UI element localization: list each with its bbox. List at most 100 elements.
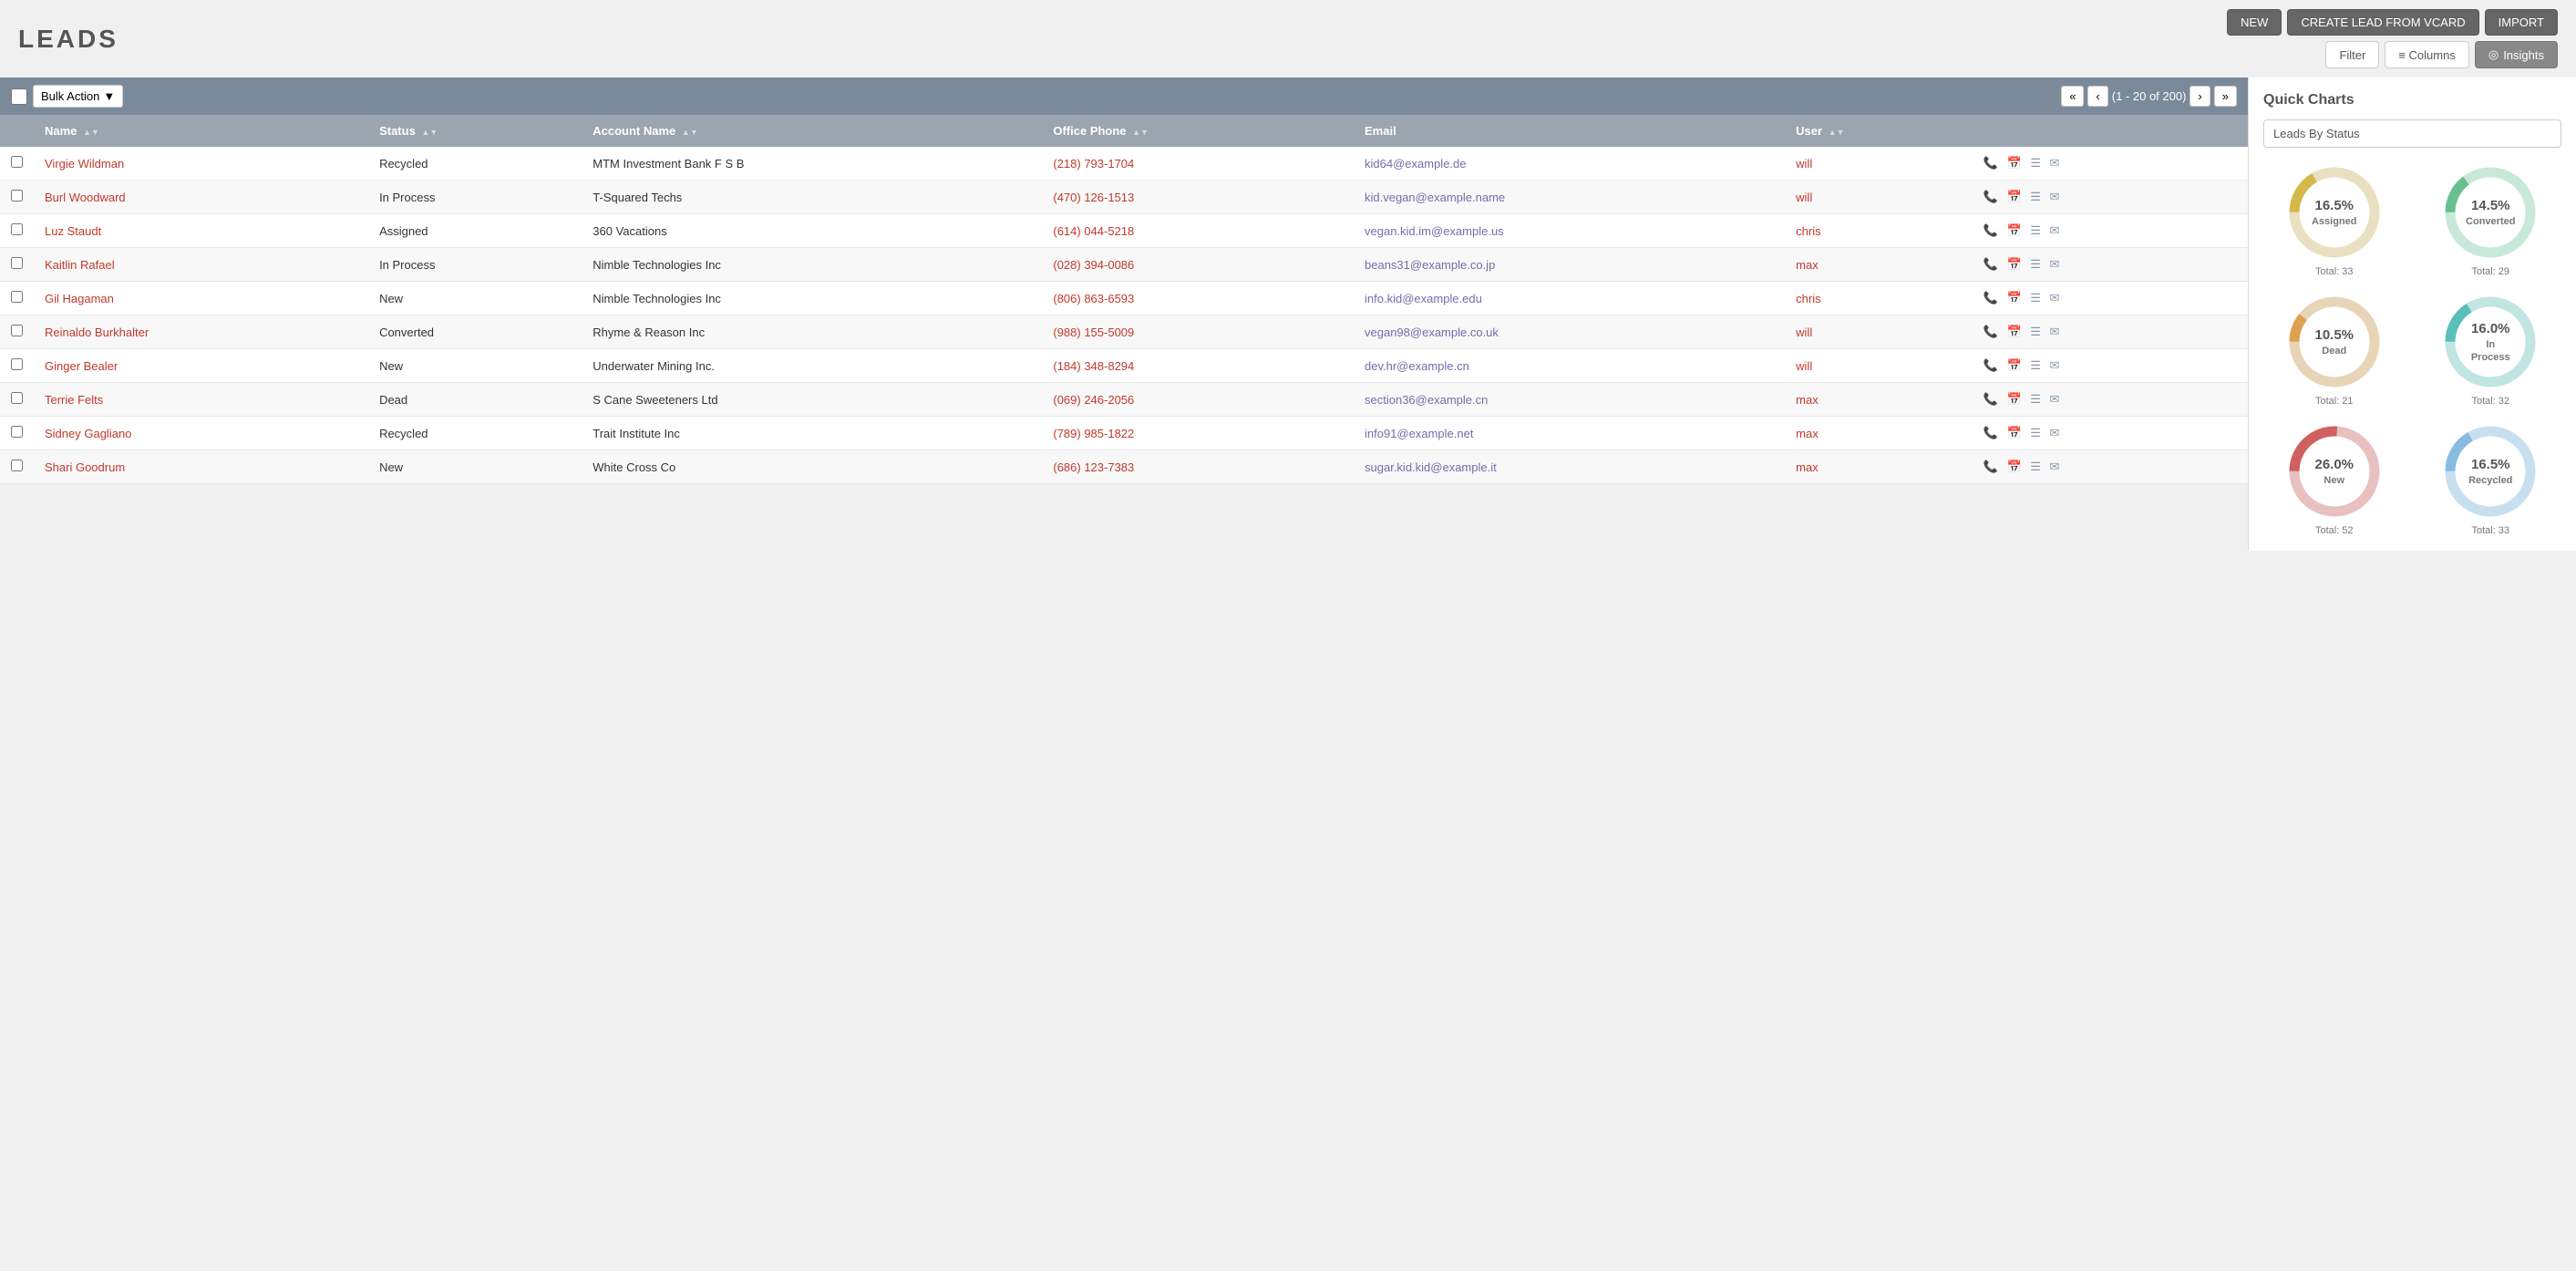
calendar-action-icon-3[interactable]: 📅 — [2006, 257, 2021, 271]
phone-action-icon-9[interactable]: 📞 — [1984, 460, 1998, 473]
first-page-button[interactable]: « — [2061, 86, 2084, 107]
lead-user-3[interactable]: max — [1796, 258, 1819, 272]
list-action-icon-0[interactable]: ☰ — [2030, 156, 2041, 170]
lead-email-9[interactable]: sugar.kid.kid@example.it — [1365, 460, 1497, 474]
phone-action-icon-2[interactable]: 📞 — [1984, 223, 1998, 237]
create-lead-button[interactable]: CREATE LEAD FROM VCARD — [2287, 9, 2478, 36]
lead-phone-5[interactable]: (988) 155-5009 — [1053, 326, 1134, 339]
lead-phone-7[interactable]: (069) 246-2056 — [1053, 393, 1134, 407]
lead-name-3[interactable]: Kaitlin Rafael — [45, 258, 115, 272]
email-action-icon-9[interactable]: ✉ — [2050, 460, 2060, 473]
lead-user-8[interactable]: max — [1796, 427, 1819, 440]
insights-button[interactable]: ◎ Insights — [2475, 41, 2558, 68]
row-check-6[interactable] — [11, 358, 23, 370]
row-check-0[interactable] — [11, 156, 23, 168]
email-action-icon-0[interactable]: ✉ — [2050, 156, 2060, 170]
lead-email-8[interactable]: info91@example.net — [1365, 427, 1473, 440]
email-action-icon-1[interactable]: ✉ — [2050, 190, 2060, 203]
lead-phone-8[interactable]: (789) 985-1822 — [1053, 427, 1134, 440]
lead-phone-4[interactable]: (806) 863-6593 — [1053, 292, 1134, 305]
lead-user-9[interactable]: max — [1796, 460, 1819, 474]
lead-user-7[interactable]: max — [1796, 393, 1819, 407]
list-action-icon-6[interactable]: ☰ — [2030, 358, 2041, 372]
lead-name-5[interactable]: Reinaldo Burkhalter — [45, 326, 149, 339]
row-check-4[interactable] — [11, 291, 23, 303]
lead-phone-2[interactable]: (614) 044-5218 — [1053, 224, 1134, 238]
list-action-icon-4[interactable]: ☰ — [2030, 291, 2041, 305]
calendar-action-icon-8[interactable]: 📅 — [2006, 426, 2021, 439]
row-check-3[interactable] — [11, 257, 23, 269]
list-action-icon-9[interactable]: ☰ — [2030, 460, 2041, 473]
lead-name-6[interactable]: Ginger Bealer — [45, 359, 118, 373]
phone-action-icon-5[interactable]: 📞 — [1984, 325, 1998, 338]
lead-phone-0[interactable]: (218) 793-1704 — [1053, 157, 1134, 170]
lead-user-2[interactable]: chris — [1796, 224, 1820, 238]
lead-name-2[interactable]: Luz Staudt — [45, 224, 101, 238]
col-header-account[interactable]: Account Name ▲▼ — [582, 115, 1042, 147]
row-check-5[interactable] — [11, 325, 23, 336]
prev-page-button[interactable]: ‹ — [2087, 86, 2107, 107]
col-header-phone[interactable]: Office Phone ▲▼ — [1042, 115, 1354, 147]
list-action-icon-2[interactable]: ☰ — [2030, 223, 2041, 237]
email-action-icon-4[interactable]: ✉ — [2050, 291, 2060, 305]
row-check-7[interactable] — [11, 392, 23, 404]
lead-email-7[interactable]: section36@example.cn — [1365, 393, 1488, 407]
email-action-icon-2[interactable]: ✉ — [2050, 223, 2060, 237]
lead-phone-3[interactable]: (028) 394-0086 — [1053, 258, 1134, 272]
phone-action-icon-6[interactable]: 📞 — [1984, 358, 1998, 372]
lead-email-1[interactable]: kid.vegan@example.name — [1365, 191, 1505, 204]
phone-action-icon-3[interactable]: 📞 — [1984, 257, 1998, 271]
new-button[interactable]: NEW — [2227, 9, 2282, 36]
calendar-action-icon-7[interactable]: 📅 — [2006, 392, 2021, 406]
list-action-icon-3[interactable]: ☰ — [2030, 257, 2041, 271]
lead-user-4[interactable]: chris — [1796, 292, 1820, 305]
lead-phone-1[interactable]: (470) 126-1513 — [1053, 191, 1134, 204]
lead-name-7[interactable]: Terrie Felts — [45, 393, 103, 407]
calendar-action-icon-5[interactable]: 📅 — [2006, 325, 2021, 338]
email-action-icon-3[interactable]: ✉ — [2050, 257, 2060, 271]
email-action-icon-5[interactable]: ✉ — [2050, 325, 2060, 338]
row-check-1[interactable] — [11, 190, 23, 202]
lead-email-0[interactable]: kid64@example.de — [1365, 157, 1466, 170]
email-action-icon-8[interactable]: ✉ — [2050, 426, 2060, 439]
row-check-2[interactable] — [11, 223, 23, 235]
phone-action-icon-7[interactable]: 📞 — [1984, 392, 1998, 406]
calendar-action-icon-1[interactable]: 📅 — [2006, 190, 2021, 203]
select-all-checkbox[interactable] — [11, 88, 27, 105]
phone-action-icon-1[interactable]: 📞 — [1984, 190, 1998, 203]
calendar-action-icon-9[interactable]: 📅 — [2006, 460, 2021, 473]
lead-user-6[interactable]: will — [1796, 359, 1812, 373]
email-action-icon-7[interactable]: ✉ — [2050, 392, 2060, 406]
phone-action-icon-4[interactable]: 📞 — [1984, 291, 1998, 305]
lead-name-9[interactable]: Shari Goodrum — [45, 460, 125, 474]
calendar-action-icon-0[interactable]: 📅 — [2006, 156, 2021, 170]
lead-name-1[interactable]: Burl Woodward — [45, 191, 126, 204]
col-header-user[interactable]: User ▲▼ — [1785, 115, 1972, 147]
lead-user-5[interactable]: will — [1796, 326, 1812, 339]
lead-name-8[interactable]: Sidney Gagliano — [45, 427, 131, 440]
calendar-action-icon-2[interactable]: 📅 — [2006, 223, 2021, 237]
col-header-name[interactable]: Name ▲▼ — [34, 115, 368, 147]
list-action-icon-5[interactable]: ☰ — [2030, 325, 2041, 338]
lead-email-4[interactable]: info.kid@example.edu — [1365, 292, 1482, 305]
list-action-icon-7[interactable]: ☰ — [2030, 392, 2041, 406]
lead-email-6[interactable]: dev.hr@example.cn — [1365, 359, 1469, 373]
list-action-icon-8[interactable]: ☰ — [2030, 426, 2041, 439]
lead-phone-6[interactable]: (184) 348-8294 — [1053, 359, 1134, 373]
lead-name-4[interactable]: Gil Hagaman — [45, 292, 114, 305]
calendar-action-icon-4[interactable]: 📅 — [2006, 291, 2021, 305]
email-action-icon-6[interactable]: ✉ — [2050, 358, 2060, 372]
next-page-button[interactable]: › — [2190, 86, 2210, 107]
lead-email-3[interactable]: beans31@example.co.jp — [1365, 258, 1495, 272]
row-check-8[interactable] — [11, 426, 23, 438]
col-header-email[interactable]: Email — [1354, 115, 1785, 147]
lead-name-0[interactable]: Virgie Wildman — [45, 157, 124, 170]
lead-user-0[interactable]: will — [1796, 157, 1812, 170]
chart-type-select[interactable]: Leads By Status — [2263, 119, 2561, 148]
lead-user-1[interactable]: will — [1796, 191, 1812, 204]
columns-button[interactable]: ≡ Columns — [2385, 41, 2469, 68]
calendar-action-icon-6[interactable]: 📅 — [2006, 358, 2021, 372]
phone-action-icon-0[interactable]: 📞 — [1984, 156, 1998, 170]
last-page-button[interactable]: » — [2214, 86, 2237, 107]
filter-button[interactable]: Filter — [2325, 41, 2379, 68]
